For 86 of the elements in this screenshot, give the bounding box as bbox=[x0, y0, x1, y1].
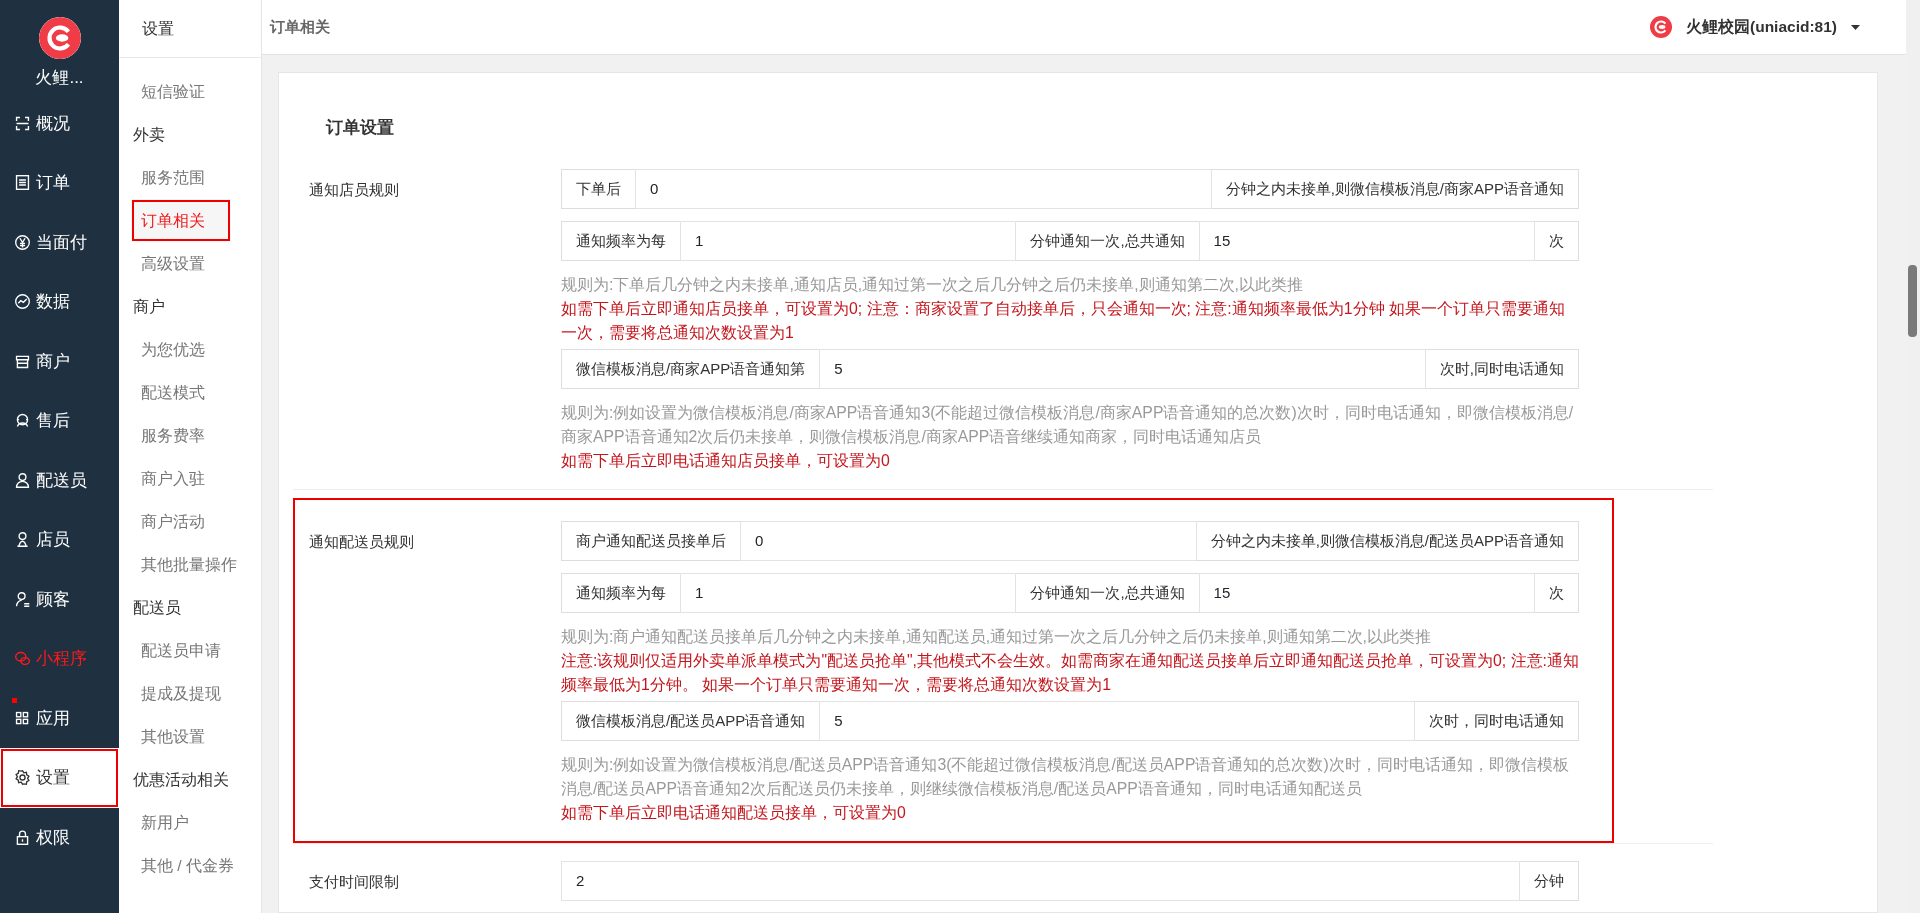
sidebar-item[interactable]: 当面付 bbox=[0, 212, 119, 272]
menu-link[interactable]: 配送员申请 bbox=[119, 629, 249, 672]
menu-link[interactable]: 高级设置 bbox=[119, 242, 249, 285]
help-text: 注意:该规则仅适用外卖单派单模式为"配送员抢单",其他模式不会生效。如需商家在通知配送员接单后立即通知配送员抢单，可设置为0; 注意:通知频率最低为1分钟。 如果一个订单只需要通知一次，需要将总通知次数设置为1 bbox=[561, 650, 1579, 695]
input-addon: 下单后 bbox=[561, 168, 636, 209]
help-text: 规则为:例如设置为微信模板消息/配送员APP语音通知3(不能超过微信模板消息/配送员APP语音通知的总次数)次时，同时电话通知，即微信模板消息/配送员APP语音通知2次后配送员仍未接单，则继续微信模板消息/配送员APP语音通知，同时电话通知配送员 bbox=[561, 754, 1570, 799]
input-addon: 微信模板消息/商家APP语音通知第 bbox=[561, 348, 821, 389]
input-addon: 分钟通知一次,总共通知 bbox=[1015, 220, 1200, 261]
input-addon: 分钟 bbox=[1519, 860, 1579, 901]
help-text: 如需下单后立即通知店员接单，可设置为0; 注意：商家设置了自动接单后，只会通知一次; 注意:通知频率最低为1分钟 如果一个订单只需要通知一次，需要将总通知次数设置为1 bbox=[561, 298, 1566, 343]
help-text: 如需下单后立即电话通知店员接单，可设置为0 bbox=[561, 450, 891, 471]
panel-title: 设置 bbox=[119, 0, 261, 58]
sidebar-item[interactable]: 顾客 bbox=[0, 569, 119, 629]
input-addon: 分钟通知一次,总共通知 bbox=[1015, 572, 1200, 613]
sidebar-item[interactable]: 设置 bbox=[0, 748, 119, 808]
input-field[interactable]: 2 bbox=[561, 860, 1520, 901]
sidebar-item[interactable]: 配送员 bbox=[0, 450, 119, 510]
input-field[interactable]: 15 bbox=[1198, 220, 1535, 261]
input-addon: 商户通知配送员接单后 bbox=[561, 520, 741, 561]
menu-link[interactable]: 提成及提现 bbox=[119, 672, 249, 715]
input-addon: 次 bbox=[1534, 572, 1579, 613]
yen-icon bbox=[14, 233, 31, 251]
menu-link[interactable]: 为您优选 bbox=[119, 328, 249, 371]
sidebar-item[interactable]: 订单 bbox=[0, 153, 119, 213]
sidebar-item[interactable]: 数据 bbox=[0, 272, 119, 332]
menu-link[interactable]: 其他 / 代金券 bbox=[119, 844, 249, 887]
group-heading: 外卖 bbox=[132, 125, 166, 145]
input-field[interactable]: 5 bbox=[819, 348, 1426, 389]
field-label: 通知店员规则 bbox=[309, 179, 400, 200]
input-addon: 次时,同时电话通知 bbox=[1424, 348, 1579, 389]
app-name: 火鲤... bbox=[34, 67, 85, 89]
sidebar-item[interactable]: 售后 bbox=[0, 391, 119, 451]
input-addon: 次时，同时电话通知 bbox=[1414, 700, 1579, 741]
field-label: 支付时间限制 bbox=[309, 871, 400, 892]
logo-icon bbox=[38, 17, 81, 59]
group-heading: 商户 bbox=[132, 297, 166, 317]
caret-icon bbox=[1851, 24, 1860, 30]
input-field[interactable]: 5 bbox=[819, 700, 1415, 741]
input-addon: 分钟之内未接单,则微信模板消息/配送员APP语音通知 bbox=[1195, 520, 1579, 561]
settings-icon bbox=[14, 769, 31, 787]
group-heading: 优惠活动相关 bbox=[132, 770, 230, 790]
menu-link[interactable]: 服务费率 bbox=[119, 414, 249, 457]
sidebar-item[interactable]: 概况 bbox=[0, 93, 119, 153]
user-icon bbox=[14, 590, 31, 608]
group-heading: 配送员 bbox=[132, 598, 182, 618]
menu-link[interactable]: 商户入驻 bbox=[119, 457, 249, 500]
field-label: 通知配送员规则 bbox=[309, 531, 415, 552]
input-addon: 通知频率为每 bbox=[561, 572, 681, 613]
account-menu[interactable]: 火鲤校园(uniacid:81) bbox=[1644, 14, 1866, 40]
help-text: 规则为:商户通知配送员接单后几分钟之内未接单,通知配送员,通知过第一次之后几分钟之后仍未接单,则通知第二次,以此类推 bbox=[561, 626, 1432, 647]
page-title: 订单相关 bbox=[270, 16, 330, 37]
help-text: 如需下单后立即电话通知配送员接单，可设置为0 bbox=[561, 802, 907, 823]
sidebar-item[interactable]: 权限 bbox=[0, 807, 119, 867]
form-title: 订单设置 bbox=[324, 117, 395, 138]
scrollbar-thumb[interactable] bbox=[1908, 265, 1917, 337]
list-icon bbox=[14, 174, 31, 192]
menu-link[interactable]: 商户活动 bbox=[119, 500, 249, 543]
menu-link[interactable]: 配送模式 bbox=[119, 371, 249, 414]
chat-icon bbox=[14, 650, 31, 668]
logo-icon bbox=[1650, 16, 1672, 38]
layout-icon bbox=[14, 114, 31, 132]
grid-icon bbox=[14, 709, 31, 727]
user-icon bbox=[14, 531, 31, 549]
menu-link[interactable]: 其他设置 bbox=[119, 715, 249, 758]
input-addon: 通知频率为每 bbox=[561, 220, 681, 261]
sidebar-item[interactable]: 店员 bbox=[0, 510, 119, 570]
input-field[interactable]: 15 bbox=[1198, 572, 1535, 613]
input-field[interactable]: 1 bbox=[680, 220, 1017, 261]
input-addon: 分钟之内未接单,则微信模板消息/商家APP语音通知 bbox=[1210, 168, 1579, 209]
menu-link[interactable]: 新用户 bbox=[119, 801, 249, 844]
sidebar-item[interactable]: 商户 bbox=[0, 331, 119, 391]
input-addon: 微信模板消息/配送员APP语音通知 bbox=[561, 700, 821, 741]
menu-link[interactable]: 订单相关 bbox=[131, 199, 231, 242]
menu-link[interactable]: 短信验证 bbox=[119, 70, 249, 113]
input-field[interactable]: 1 bbox=[680, 572, 1017, 613]
chart-icon bbox=[14, 293, 31, 311]
input-field[interactable]: 0 bbox=[635, 168, 1212, 209]
help-text: 规则为:例如设置为微信模板消息/商家APP语音通知3(不能超过微信模板消息/商家APP语音通知的总次数)次时，同时电话通知，即微信模板消息/商家APP语音通知2次后仍未接单，则微信模板消息/商家APP语音继续通知商家，同时电话通知店员 bbox=[561, 402, 1575, 447]
input-addon: 次 bbox=[1534, 220, 1579, 261]
menu-link[interactable]: 其他批量操作 bbox=[119, 543, 249, 586]
dot-mark bbox=[12, 698, 17, 703]
input-field[interactable]: 0 bbox=[740, 520, 1197, 561]
help-text: 规则为:下单后几分钟之内未接单,通知店员,通知过第一次之后几分钟之后仍未接单,则通知第二次,以此类推 bbox=[561, 274, 1304, 295]
lock-icon bbox=[14, 828, 31, 846]
menu-link[interactable]: 服务范围 bbox=[119, 156, 249, 199]
user-icon bbox=[14, 471, 31, 489]
